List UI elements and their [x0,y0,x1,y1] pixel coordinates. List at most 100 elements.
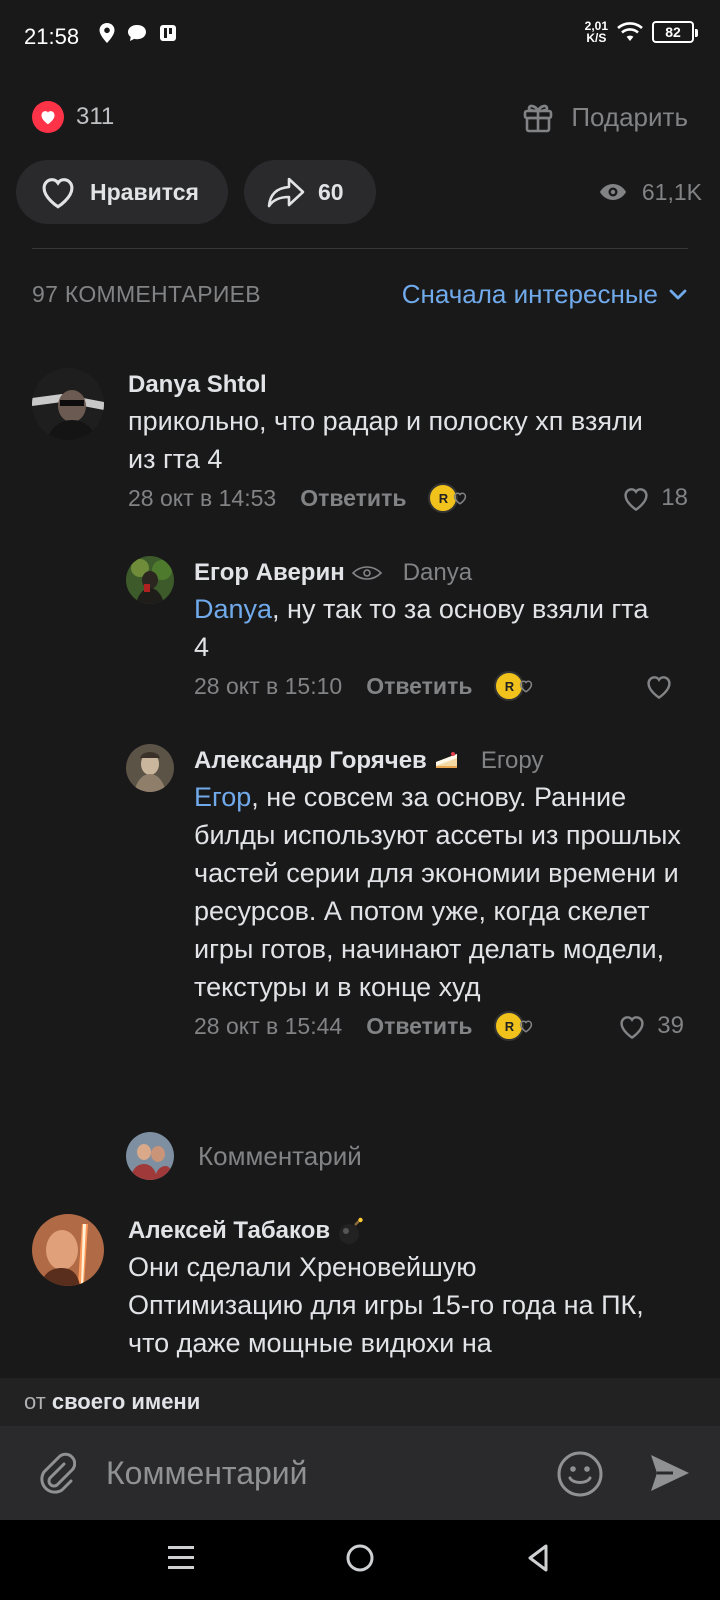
avatar[interactable] [32,1214,104,1286]
post-as-prefix: от [24,1389,46,1414]
sticker-reaction-button[interactable]: R [494,671,534,701]
screen: 21:58 2,01 K/S 82 311 Подарить Нравится … [0,0,720,1600]
like-label: Нравится [90,178,199,205]
status-notification-icons [98,22,178,44]
comment-author: Егор Аверин Danya [194,556,684,590]
comment-text: прикольно, что радар и полоску хп взяли … [128,406,643,474]
post-actions: Нравится 60 61,1K [16,160,704,224]
post-as-name: своего имени [51,1389,201,1414]
reply-to-name[interactable]: Егору [481,747,544,775]
reaction-count: 311 [76,103,115,130]
comment-item: Алексей Табаков Они сделали Хреновейшую … [32,1214,688,1362]
heart-outline-icon [42,178,74,209]
reply-button[interactable]: Ответить [366,673,472,700]
comment-author: Алексей Табаков [128,1214,688,1248]
comments-header: 97 КОММЕНТАРИЕВ Сначала интересные [32,276,688,312]
author-name[interactable]: Александр Горячев [194,747,427,775]
heart-outline-icon [624,487,648,511]
cake-badge-icon [435,752,457,768]
view-counter: 61,1K [598,179,704,206]
avatar[interactable] [126,744,174,792]
reply-to-name[interactable]: Danya [403,559,472,587]
inline-reply-input[interactable]: Комментарий [126,1132,362,1180]
comment-input[interactable]: Комментарий [106,1455,308,1492]
comment-meta: 28 окт в 14:53 Ответить R 18 [128,478,688,518]
comment-text: Danya, ну так то за основу взяли гта 4 [194,590,664,666]
heart-small-icon [520,1020,533,1033]
menu-icon[interactable] [166,1542,196,1574]
avatar[interactable] [126,556,174,604]
my-avatar [126,1132,174,1180]
post-reactions-row: 311 Подарить [32,96,688,138]
sort-label: Сначала интересные [401,278,658,309]
comment-date: 28 окт в 15:44 [194,1012,343,1039]
author-name[interactable]: Danya Shtol [128,371,267,399]
heart-outline-icon [620,1015,644,1039]
status-system-icons: 2,01 K/S 82 [585,20,698,44]
comment-like-button[interactable] [644,673,684,700]
system-navigation-bar [0,1520,720,1600]
mention-link[interactable]: Егор [194,782,251,812]
comment-reply-item: Егор Аверин Danya Danya, ну так то за ос… [126,556,688,706]
author-name[interactable]: Егор Аверин [194,559,345,587]
section-divider [32,248,688,249]
comment-text-content: , не совсем за основу. Ранние билды испо… [194,782,681,1002]
share-count: 60 [318,178,344,205]
location-icon [99,23,115,43]
comment-body: Александр Горячев Егору Егор, не совсем … [194,744,684,1046]
author-name[interactable]: Алексей Табаков [128,1217,330,1245]
paperclip-icon[interactable] [36,1450,76,1496]
like-button[interactable]: Нравится [16,160,228,224]
comment-meta: 28 окт в 15:10 Ответить R [194,666,684,706]
comment-like-count: 18 [661,484,688,511]
eye-badge-icon [351,566,382,580]
view-count: 61,1K [641,178,702,205]
comment-composer: Комментарий [0,1426,720,1520]
chevron-down-icon [669,289,687,300]
comment-body: Danya Shtol прикольно, что радар и полос… [128,368,688,518]
status-bar: 21:58 2,01 K/S 82 [0,0,720,72]
network-speed: 2,01 K/S [585,20,608,44]
post-as-selector[interactable]: от своего имени [0,1378,720,1426]
heart-small-icon [454,492,467,505]
reply-button[interactable]: Ответить [300,485,406,512]
back-icon[interactable] [524,1542,554,1574]
sticker-reaction-button[interactable]: R [494,1011,534,1041]
status-time: 21:58 [24,24,80,49]
comment-date: 28 окт в 14:53 [128,484,277,511]
comment-like-button[interactable]: 18 [621,484,688,512]
reply-button[interactable]: Ответить [366,1013,472,1040]
sticker-reaction-button[interactable]: R [428,483,468,513]
wifi-icon [617,22,643,41]
comments-sort-dropdown[interactable]: Сначала интересные [402,279,688,310]
send-icon[interactable] [648,1452,692,1494]
share-icon [267,177,305,208]
mention-link[interactable]: Danya [194,594,272,624]
comment-text: Они сделали Хреновейшую Оптимизацию для … [128,1252,644,1358]
app-notification-icon [160,25,176,41]
gift-button[interactable]: Подарить [521,100,688,134]
heart-small-icon [520,680,533,693]
comment-item: Danya Shtol прикольно, что радар и полос… [32,368,688,518]
chat-icon [128,25,146,41]
comment-reply-item: Александр Горячев Егору Егор, не совсем … [126,744,688,1046]
network-speed-unit: K/S [586,31,607,45]
home-icon[interactable] [344,1542,376,1574]
gift-label: Подарить [571,101,688,132]
comment-author[interactable]: Danya Shtol [128,368,688,402]
comment-date: 28 окт в 15:10 [194,672,343,699]
comment-text: Егор, не совсем за основу. Ранние билды … [194,778,684,1006]
comment-like-button[interactable]: 39 [617,1012,684,1040]
heart-reaction-icon [32,101,64,133]
bomb-badge-icon [339,1217,363,1244]
battery-indicator: 82 [652,21,698,43]
inline-reply-placeholder: Комментарий [198,1140,362,1171]
reactions-summary[interactable]: 311 [32,101,114,133]
emoji-icon[interactable] [556,1450,604,1498]
eye-icon [599,184,626,200]
share-button[interactable]: 60 [244,160,376,224]
avatar[interactable] [32,368,104,440]
comment-body: Егор Аверин Danya Danya, ну так то за ос… [194,556,684,706]
heart-outline-icon [647,675,671,699]
comments-count: 97 КОММЕНТАРИЕВ [32,280,261,307]
